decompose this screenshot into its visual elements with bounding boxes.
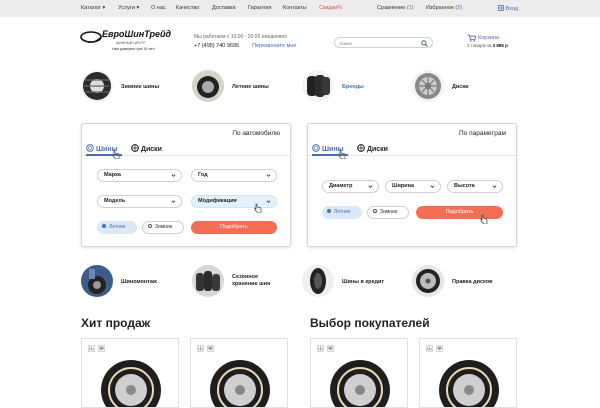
working-hours: Мы работаем с 10:00 - 20:00 ежедневно <box>194 34 288 40</box>
winter-radio[interactable]: Зимние <box>367 206 409 219</box>
disk-icon <box>131 144 139 152</box>
tire-image <box>210 360 270 407</box>
diameter-select[interactable]: Диаметр <box>322 180 379 193</box>
tire-image <box>330 360 390 407</box>
summer-radio[interactable]: Летние <box>97 221 137 234</box>
category-brands[interactable]: Бренды <box>342 84 364 90</box>
service-tire-fitting[interactable]: Шиномонтаж <box>121 279 157 286</box>
login-icon <box>498 5 504 11</box>
panel-title: По параметрам <box>458 130 506 137</box>
winter-radio[interactable]: Зимние <box>142 221 184 234</box>
logo-tagline: Нам доверяют уже 16 лет! <box>112 47 155 51</box>
search-box[interactable] <box>334 37 433 48</box>
chevron-down-icon: ▾ <box>102 5 106 11</box>
nav-services[interactable]: Услуги ▾ <box>118 5 139 11</box>
compare-icon[interactable] <box>426 345 433 352</box>
favorite-icon[interactable] <box>436 345 443 352</box>
disk-icon <box>357 144 365 152</box>
submit-params-button[interactable]: Подобрать <box>416 206 503 219</box>
disk-repair-image[interactable] <box>412 265 444 297</box>
brands-image[interactable] <box>302 70 334 102</box>
category-summer-tires[interactable]: Летние шины <box>232 84 269 90</box>
tire-image <box>439 360 499 407</box>
tab-disks[interactable]: Диски <box>357 144 388 153</box>
filter-by-params-panel: По параметрам Шины Диски Диаметр Ширина … <box>307 123 517 247</box>
chevron-down-icon <box>266 200 271 203</box>
filter-by-car-panel: По автомобилю Шины Диски Марка Год Модел… <box>81 123 291 247</box>
width-select[interactable]: Ширина <box>385 180 441 193</box>
disks-image[interactable] <box>412 70 444 102</box>
category-winter-tires[interactable]: Зимние шины <box>121 84 159 90</box>
chevron-down-icon <box>171 174 176 177</box>
active-tab-indicator <box>86 154 122 156</box>
cart-title[interactable]: Корзина <box>478 35 499 41</box>
summer-tires-image[interactable] <box>192 70 224 102</box>
nav-catalog[interactable]: Каталог ▾ <box>81 5 105 11</box>
product-card[interactable] <box>190 338 288 408</box>
nav-about[interactable]: О нас <box>151 5 166 11</box>
hand-cursor-icon <box>254 203 262 213</box>
chevron-down-icon <box>171 200 176 203</box>
favorite-icon[interactable] <box>98 345 105 352</box>
product-card[interactable] <box>310 338 408 408</box>
hand-cursor-icon <box>480 214 488 224</box>
model-select[interactable]: Модель <box>97 195 182 208</box>
winter-tires-image[interactable] <box>81 70 113 102</box>
year-select[interactable]: Год <box>191 169 277 182</box>
section-choice-title: Выбор покупателей <box>310 316 430 330</box>
compare-link[interactable]: Сравнение (1) <box>377 5 414 11</box>
tires-credit-image[interactable] <box>302 265 334 297</box>
service-tire-storage[interactable]: Сезонное хранение шин <box>232 274 270 288</box>
tire-icon <box>312 144 320 152</box>
top-bar: Каталог ▾ Услуги ▾ О нас Качество Достав… <box>0 0 600 17</box>
search-icon[interactable] <box>421 40 428 47</box>
tire-fitting-image[interactable] <box>81 265 113 297</box>
product-card[interactable] <box>419 338 517 408</box>
phone-number[interactable]: +7 (495) 740 9695 <box>194 43 239 49</box>
cart-icon[interactable] <box>467 34 476 42</box>
favorites-link[interactable]: Избранное (2) <box>426 5 462 11</box>
nav-quality[interactable]: Качество <box>176 5 199 11</box>
tire-image <box>101 360 161 407</box>
logo-subtitle: ШИННЫЙ ЦЕНТР <box>116 41 146 45</box>
favorite-icon[interactable] <box>207 345 214 352</box>
nav-delivery[interactable]: Доставка <box>212 5 236 11</box>
login-link[interactable]: Вход <box>498 5 518 12</box>
summer-radio[interactable]: Летние <box>322 206 362 219</box>
submit-car-button[interactable]: Подобрать <box>191 221 277 234</box>
tire-storage-image[interactable] <box>192 265 224 297</box>
service-tires-credit[interactable]: Шины в кредит <box>342 279 384 286</box>
chevron-down-icon <box>266 174 271 177</box>
compare-icon[interactable] <box>197 345 204 352</box>
category-disks[interactable]: Диски <box>452 84 469 90</box>
nav-warranty[interactable]: Гарантия <box>248 5 271 11</box>
chevron-down-icon <box>430 185 435 188</box>
cart-summary: 2 товара на 3 885 р <box>467 43 508 48</box>
tab-disks[interactable]: Диски <box>131 144 162 153</box>
service-disk-repair[interactable]: Правка дисков <box>452 279 492 286</box>
callback-link[interactable]: Перезвоните мне <box>252 43 296 49</box>
active-tab-indicator <box>312 154 348 156</box>
product-card[interactable] <box>81 338 179 408</box>
height-select[interactable]: Высота <box>447 180 503 193</box>
tire-icon <box>86 144 94 152</box>
section-hits-title: Хит продаж <box>81 316 151 330</box>
chevron-down-icon: ▾ <box>136 5 140 11</box>
compare-icon[interactable] <box>88 345 95 352</box>
chevron-down-icon <box>368 185 373 188</box>
favorite-icon[interactable] <box>327 345 334 352</box>
nav-sale[interactable]: Скидки% <box>319 5 342 11</box>
search-input[interactable] <box>340 39 416 47</box>
panel-title: По автомобилю <box>232 130 280 137</box>
nav-contacts[interactable]: Контакты <box>283 5 307 11</box>
chevron-down-icon <box>492 185 497 188</box>
compare-icon[interactable] <box>317 345 324 352</box>
make-select[interactable]: Марка <box>97 169 182 182</box>
modification-select[interactable]: Модификация <box>191 195 277 208</box>
logo-text: ЕвроШинТрейд <box>102 29 172 39</box>
